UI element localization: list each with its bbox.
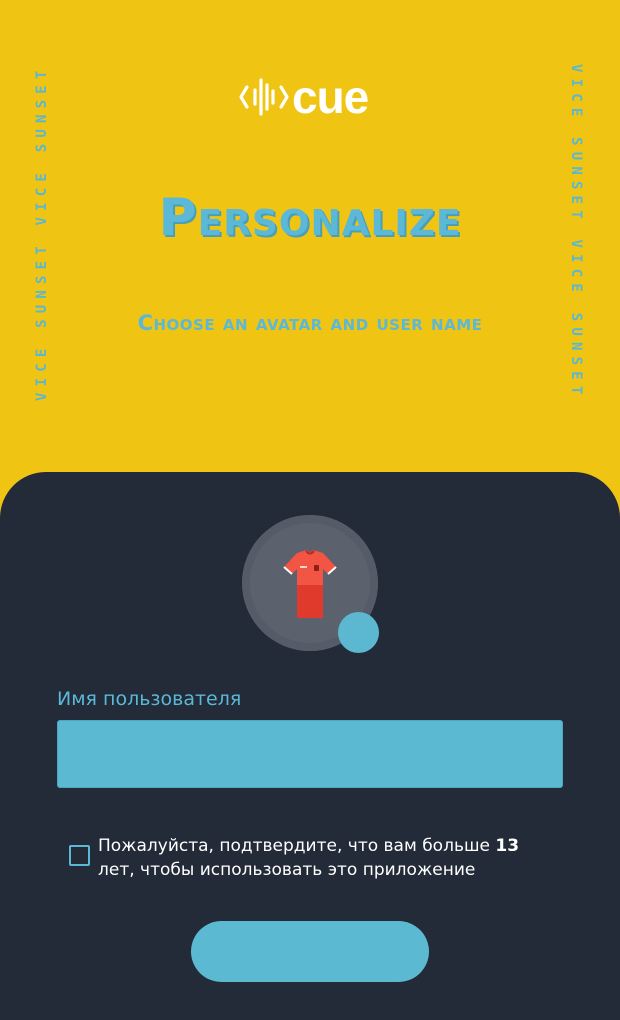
personalize-panel: Имя пользователя Пожалуйста, подтвердите… [0, 472, 620, 1020]
app-logo: cue [238, 71, 369, 123]
submit-button[interactable] [191, 921, 429, 982]
username-label: Имя пользователя [57, 688, 242, 710]
username-input[interactable] [57, 720, 563, 788]
cue-logo-icon [239, 78, 289, 116]
age-consent-checkbox[interactable] [69, 845, 90, 866]
consent-suffix: лет, чтобы использовать это приложение [98, 860, 476, 880]
header-area: VICE SUNSET VICE SUNSET VICE SUNSET VICE… [0, 0, 620, 520]
consent-prefix: Пожалуйста, подтвердите, что вам больше [98, 836, 496, 856]
app-logo-text: cue [292, 71, 369, 123]
edit-avatar-dot-icon[interactable] [338, 612, 379, 653]
age-consent-text: Пожалуйста, подтвердите, что вам больше … [98, 834, 548, 882]
page-title: Personalize [158, 188, 462, 248]
red-jersey-icon [283, 550, 337, 618]
consent-age: 13 [495, 836, 520, 856]
page-subtitle: Choose an avatar and user name [137, 311, 483, 335]
